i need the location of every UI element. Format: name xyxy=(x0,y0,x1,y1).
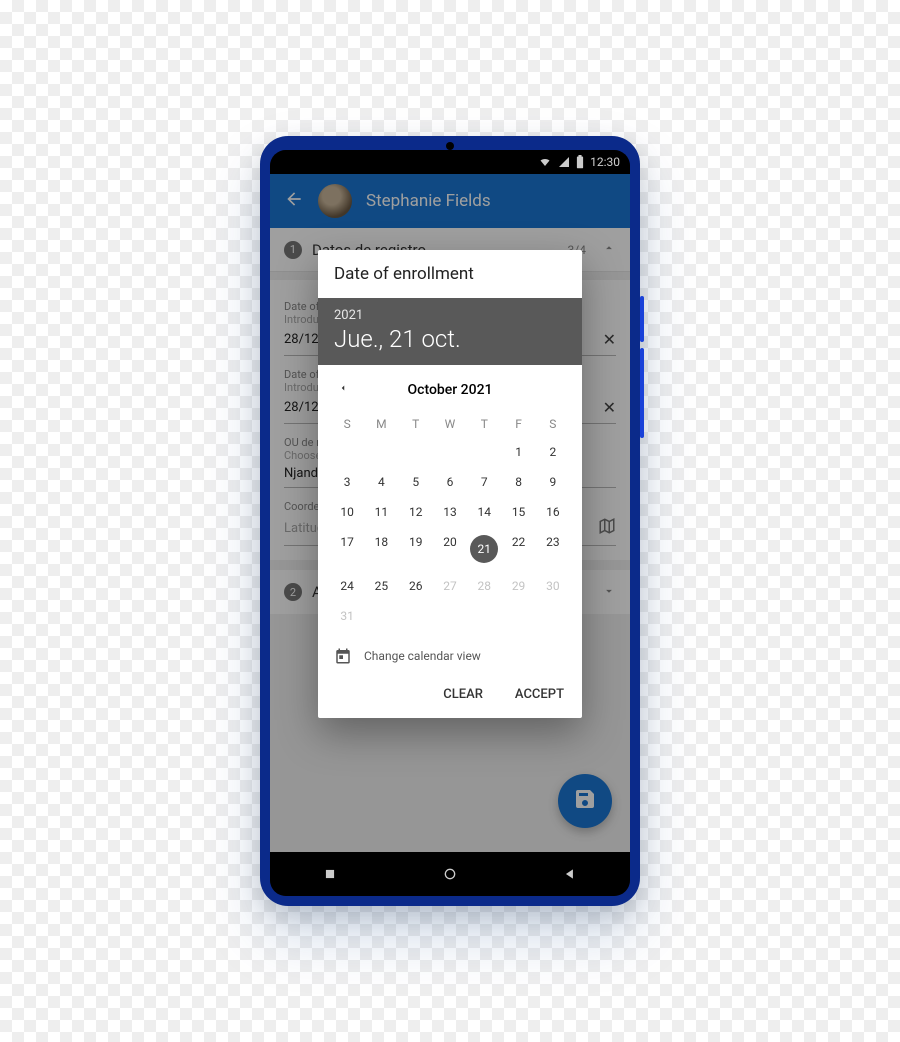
battery-icon xyxy=(576,155,584,169)
android-back-button[interactable] xyxy=(559,863,581,885)
calendar-day xyxy=(364,601,398,631)
calendar-day xyxy=(330,437,364,467)
section-index-badge: 2 xyxy=(284,583,302,601)
prev-month-button[interactable] xyxy=(330,377,356,403)
date-picker-dialog: Date of enrollment 2021 Jue., 21 oct. Oc… xyxy=(318,250,582,718)
calendar-day: 29 xyxy=(501,571,535,601)
calendar-day[interactable]: 24 xyxy=(330,571,364,601)
calendar-day[interactable]: 15 xyxy=(501,497,535,527)
chevron-down-icon xyxy=(602,583,616,602)
back-icon[interactable] xyxy=(284,189,304,213)
calendar-day xyxy=(433,437,467,467)
calendar-day[interactable]: 12 xyxy=(399,497,433,527)
calendar-day[interactable]: 11 xyxy=(364,497,398,527)
calendar-day[interactable]: 9 xyxy=(536,467,570,497)
recent-apps-button[interactable] xyxy=(319,863,341,885)
calendar-day: 28 xyxy=(467,571,501,601)
change-view-button[interactable]: Change calendar view xyxy=(318,637,582,671)
calendar-day[interactable]: 2 xyxy=(536,437,570,467)
save-icon xyxy=(573,787,597,815)
section-index-badge: 1 xyxy=(284,241,302,259)
clear-button[interactable]: CLEAR xyxy=(443,687,483,702)
map-icon[interactable] xyxy=(598,517,616,539)
change-view-label: Change calendar view xyxy=(364,649,481,663)
day-of-week: S xyxy=(330,411,364,437)
calendar-day[interactable]: 23 xyxy=(536,527,570,571)
day-of-week: T xyxy=(467,411,501,437)
android-navbar xyxy=(270,852,630,896)
calendar-day[interactable]: 10 xyxy=(330,497,364,527)
front-camera xyxy=(446,142,454,150)
calendar-day[interactable]: 18 xyxy=(364,527,398,571)
calendar-day[interactable]: 19 xyxy=(399,527,433,571)
device-frame: 12:30 Stephanie Fields 1 Datos de regist… xyxy=(260,136,640,906)
calendar-day xyxy=(399,601,433,631)
calendar-day[interactable]: 13 xyxy=(433,497,467,527)
dialog-title: Date of enrollment xyxy=(318,250,582,298)
calendar-day: 27 xyxy=(433,571,467,601)
calendar-day[interactable]: 8 xyxy=(501,467,535,497)
dialog-year[interactable]: 2021 xyxy=(334,308,566,323)
wifi-icon xyxy=(538,156,552,168)
calendar-day: 30 xyxy=(536,571,570,601)
calendar-day[interactable]: 16 xyxy=(536,497,570,527)
calendar-day[interactable]: 5 xyxy=(399,467,433,497)
chevron-up-icon xyxy=(602,240,616,259)
day-of-week: M xyxy=(364,411,398,437)
calendar-day[interactable]: 7 xyxy=(467,467,501,497)
volume-button xyxy=(640,296,644,342)
statusbar: 12:30 xyxy=(270,150,630,174)
calendar-day xyxy=(399,437,433,467)
dialog-date-long[interactable]: Jue., 21 oct. xyxy=(334,325,566,353)
accept-button[interactable]: ACCEPT xyxy=(515,687,564,702)
clear-icon[interactable]: ✕ xyxy=(603,398,616,417)
calendar-day[interactable]: 20 xyxy=(433,527,467,571)
appbar: Stephanie Fields xyxy=(270,174,630,228)
calendar-day[interactable]: 26 xyxy=(399,571,433,601)
calendar-day[interactable]: 22 xyxy=(501,527,535,571)
calendar-day[interactable]: 25 xyxy=(364,571,398,601)
power-button xyxy=(640,348,644,438)
dialog-actions: CLEAR ACCEPT xyxy=(318,671,582,718)
avatar xyxy=(318,184,352,218)
save-fab[interactable] xyxy=(558,774,612,828)
calendar-day[interactable]: 17 xyxy=(330,527,364,571)
calendar-day xyxy=(467,437,501,467)
calendar: October 2021 SMTWTFS 1234567891011121314… xyxy=(318,365,582,637)
calendar-day[interactable]: 4 xyxy=(364,467,398,497)
chevron-left-icon xyxy=(338,381,348,395)
month-label: October 2021 xyxy=(407,382,492,398)
day-of-week: F xyxy=(501,411,535,437)
calendar-day[interactable]: 3 xyxy=(330,467,364,497)
calendar-day xyxy=(433,601,467,631)
statusbar-time: 12:30 xyxy=(590,155,620,169)
calendar-day xyxy=(501,601,535,631)
screen: 12:30 Stephanie Fields 1 Datos de regist… xyxy=(270,150,630,896)
calendar-day xyxy=(467,601,501,631)
calendar-day xyxy=(364,437,398,467)
calendar-day[interactable]: 21 xyxy=(467,527,501,571)
day-of-week: W xyxy=(433,411,467,437)
day-of-week: S xyxy=(536,411,570,437)
calendar-grid: SMTWTFS 12345678910111213141516171819202… xyxy=(330,411,570,631)
calendar-day xyxy=(536,601,570,631)
calendar-day: 31 xyxy=(330,601,364,631)
signal-icon xyxy=(558,156,570,168)
day-of-week: T xyxy=(399,411,433,437)
clear-icon[interactable]: ✕ xyxy=(603,330,616,349)
calendar-day[interactable]: 14 xyxy=(467,497,501,527)
calendar-icon xyxy=(334,647,352,665)
home-button[interactable] xyxy=(439,863,461,885)
calendar-day[interactable]: 1 xyxy=(501,437,535,467)
appbar-title: Stephanie Fields xyxy=(366,191,491,211)
month-row: October 2021 xyxy=(330,375,570,405)
calendar-day[interactable]: 6 xyxy=(433,467,467,497)
dialog-selected-header: 2021 Jue., 21 oct. xyxy=(318,298,582,365)
